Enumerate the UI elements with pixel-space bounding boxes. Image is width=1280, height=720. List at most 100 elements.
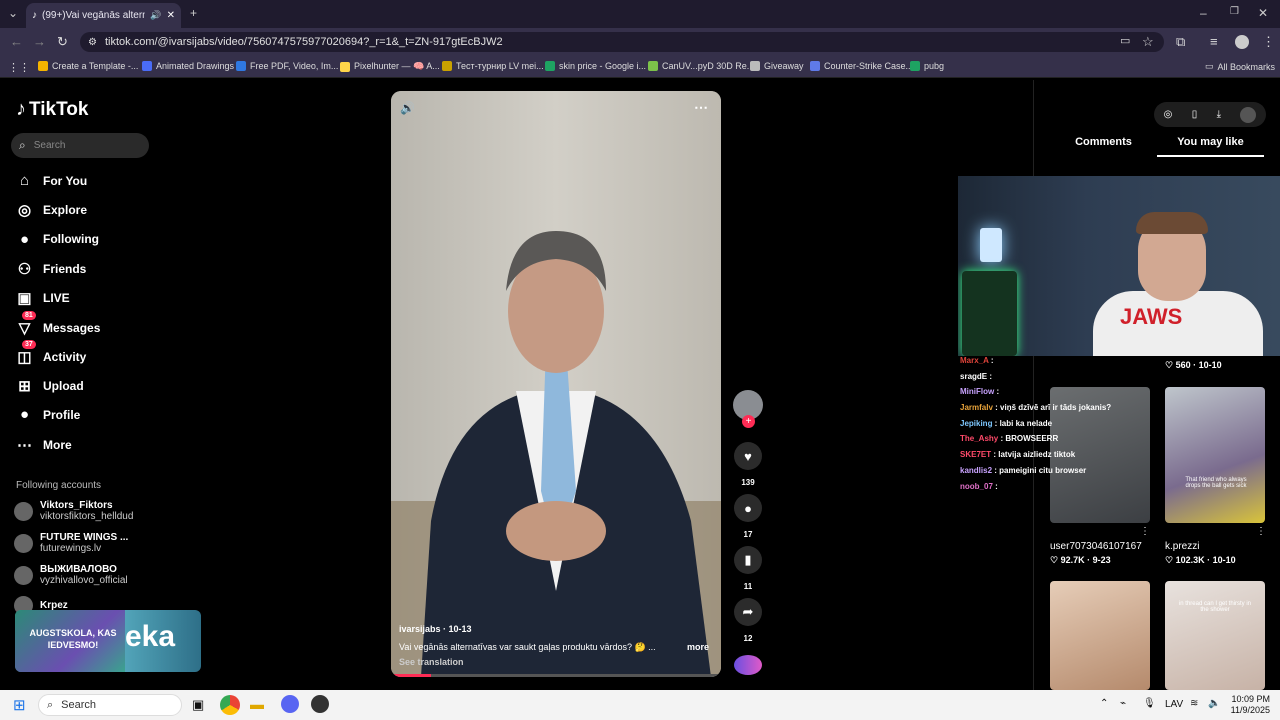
- speaker-icon[interactable]: 🔊: [150, 10, 161, 21]
- chat-text: viņš dzīvē arī ir tāds jokanis?: [1000, 403, 1112, 413]
- bookmark-item[interactable]: Counter-Strike Case...: [810, 61, 913, 71]
- file-explorer-icon[interactable]: ▬: [250, 696, 264, 712]
- bookmark-item[interactable]: Тест-турнир LV mei...: [442, 61, 544, 71]
- bookmark-item[interactable]: Animated Drawings: [142, 61, 234, 71]
- following-account[interactable]: Viktors_Fiktors viktorsfiktors_helldud: [14, 500, 133, 522]
- video-more-icon[interactable]: ⋯: [694, 99, 708, 116]
- nav-item-explore[interactable]: ◎ Explore: [16, 201, 87, 219]
- author-avatar[interactable]: +: [733, 390, 763, 428]
- all-bookmarks[interactable]: ▭ All Bookmarks: [1205, 61, 1275, 72]
- taskbar-search[interactable]: ⌕ Search: [38, 694, 182, 716]
- tiktok-logo[interactable]: ♪ TikTok: [16, 98, 88, 121]
- bookmark-item[interactable]: Pixelhunter — 🧠 A...: [340, 61, 440, 72]
- new-tab-icon[interactable]: +: [190, 6, 197, 20]
- url-input[interactable]: ⚙ tiktok.com/@ivarsijabs/video/756074757…: [80, 32, 1164, 52]
- video-progress-track[interactable]: [391, 674, 721, 677]
- bookmark-item[interactable]: Giveaway: [750, 61, 804, 71]
- explore-small-icon[interactable]: ◎: [1164, 109, 1173, 120]
- clock[interactable]: 10:09 PM 11/9/2025: [1228, 694, 1270, 716]
- follow-plus-icon[interactable]: +: [742, 415, 755, 428]
- tab-search-icon[interactable]: ⌄: [8, 6, 18, 20]
- bookmark-star-icon[interactable]: ☆: [1142, 34, 1154, 50]
- following-account[interactable]: FUTURE WINGS ... futurewings.lv: [14, 532, 128, 554]
- chrome-taskbar-icon[interactable]: [220, 695, 240, 715]
- nav-item-more[interactable]: ⋯ More: [16, 436, 72, 454]
- download-icon[interactable]: ⤓: [1217, 109, 1221, 120]
- nav-item-friends[interactable]: ⚇ Friends: [16, 260, 87, 278]
- minimize-icon[interactable]: –: [1200, 6, 1207, 20]
- task-view-icon[interactable]: ▣: [192, 697, 204, 713]
- back-icon[interactable]: ←: [10, 34, 23, 49]
- wifi-icon[interactable]: ≋: [1190, 698, 1198, 709]
- video-caption: Vai vegānās alternatīvas var saukt gaļas…: [399, 642, 656, 652]
- device-icon[interactable]: ▯: [1192, 109, 1198, 120]
- nav-item-following[interactable]: ● Following: [16, 231, 99, 248]
- forward-icon[interactable]: →: [33, 34, 46, 49]
- extensions-icon[interactable]: ⧉: [1176, 34, 1185, 50]
- bookmark-item[interactable]: skin price - Google i...: [545, 61, 646, 71]
- media-icon[interactable]: ≡: [1210, 34, 1218, 49]
- suggested-video-card[interactable]: [1050, 581, 1150, 690]
- language-indicator[interactable]: LAV: [1165, 699, 1183, 710]
- nav-item-activity[interactable]: ◫ 37 Activity: [16, 339, 86, 366]
- nav-item-profile[interactable]: ● Profile: [16, 406, 80, 423]
- shirt-text: JAWS: [1120, 304, 1183, 329]
- caption-more-button[interactable]: more: [687, 642, 709, 653]
- apps-icon[interactable]: ⋮⋮: [8, 61, 30, 74]
- suggested-video-card[interactable]: in thread can I get thirsty in the showe…: [1165, 581, 1265, 690]
- bookmark-item[interactable]: CanUV...pyD 30D Re...: [648, 61, 754, 71]
- see-translation-link[interactable]: See translation: [399, 657, 714, 667]
- following-account[interactable]: ВЫЖИВАЛОВО vyzhivallovo_official: [14, 564, 128, 586]
- app-icon[interactable]: [311, 695, 329, 713]
- chevron-up-icon[interactable]: ⌃: [1100, 698, 1108, 709]
- reload-icon[interactable]: ↻: [57, 34, 68, 50]
- close-window-icon[interactable]: ✕: [1258, 6, 1268, 20]
- maximize-icon[interactable]: ❐: [1230, 6, 1239, 17]
- chat-text: labi ka nelade: [999, 418, 1053, 428]
- nav-item-for-you[interactable]: ⌂ For You: [16, 172, 87, 189]
- profile-avatar[interactable]: [1235, 35, 1249, 49]
- following-icon: ●: [19, 230, 30, 248]
- close-tab-icon[interactable]: ✕: [167, 10, 175, 21]
- menu-icon[interactable]: ⋮: [1262, 34, 1275, 50]
- tab-you-may-like[interactable]: You may like: [1157, 136, 1264, 157]
- profile-icon: ●: [19, 406, 30, 424]
- bookmark-item[interactable]: Create a Template -...: [38, 61, 138, 71]
- nav-item-live[interactable]: ▣ LIVE: [16, 289, 69, 307]
- nav-item-upload[interactable]: ⊞ Upload: [16, 377, 83, 395]
- volume-icon[interactable]: 🔊: [400, 101, 415, 115]
- address-bar-row: ← → ↻ ⚙ tiktok.com/@ivarsijabs/video/756…: [0, 28, 1280, 56]
- card-user[interactable]: user7073046107167: [1050, 541, 1142, 552]
- windows-start-icon[interactable]: ⊞: [13, 696, 26, 714]
- nav-item-messages[interactable]: ▽ 81 Messages: [16, 310, 100, 337]
- card-user[interactable]: k.prezzi: [1165, 541, 1199, 552]
- network-icon[interactable]: ⌁: [1120, 698, 1126, 709]
- search-input[interactable]: ⌕ Search: [11, 133, 149, 158]
- video-player[interactable]: 🔊 ⋯ ivarsijabs · 10-13 Vai vegānās alter…: [391, 91, 721, 677]
- site-info-icon[interactable]: ⚙: [88, 37, 97, 48]
- browser-tab[interactable]: ♪ (99+)Vai vegānās alternatīv 🔊 ✕: [26, 3, 181, 28]
- chat-username: MiniFlow: [960, 387, 995, 397]
- following-accounts-title: Following accounts: [16, 480, 102, 491]
- discord-icon[interactable]: [281, 695, 299, 713]
- share-button[interactable]: ➦ 12: [734, 598, 762, 643]
- microphone-icon[interactable]: 🎙: [1143, 698, 1156, 709]
- suggested-video-card[interactable]: That friend who always drops the ball ge…: [1165, 387, 1265, 523]
- card-options-icon[interactable]: ⋮: [1256, 526, 1266, 537]
- video-author[interactable]: ivarsijabs · 10-13: [399, 624, 714, 634]
- cast-icon[interactable]: ▭: [1120, 34, 1130, 47]
- volume-tray-icon[interactable]: 🔈: [1208, 698, 1220, 709]
- bookmark-item[interactable]: pubg: [910, 61, 944, 71]
- comment-button[interactable]: ● 17: [734, 494, 762, 539]
- account-name: Viktors_Fiktors: [40, 500, 113, 511]
- user-avatar[interactable]: [1240, 106, 1257, 123]
- card-options-icon[interactable]: ⋮: [1140, 526, 1150, 537]
- chat-username: sragdE: [960, 371, 988, 381]
- bookmark-item[interactable]: Free PDF, Video, Im...: [236, 61, 338, 71]
- like-button[interactable]: ♥ 139: [734, 442, 762, 487]
- save-button[interactable]: ▮ 11: [734, 546, 762, 591]
- tab-comments[interactable]: Comments: [1050, 136, 1157, 157]
- nav-label: Friends: [43, 261, 87, 276]
- music-disc-icon[interactable]: [734, 655, 762, 675]
- share-count: 12: [743, 634, 753, 643]
